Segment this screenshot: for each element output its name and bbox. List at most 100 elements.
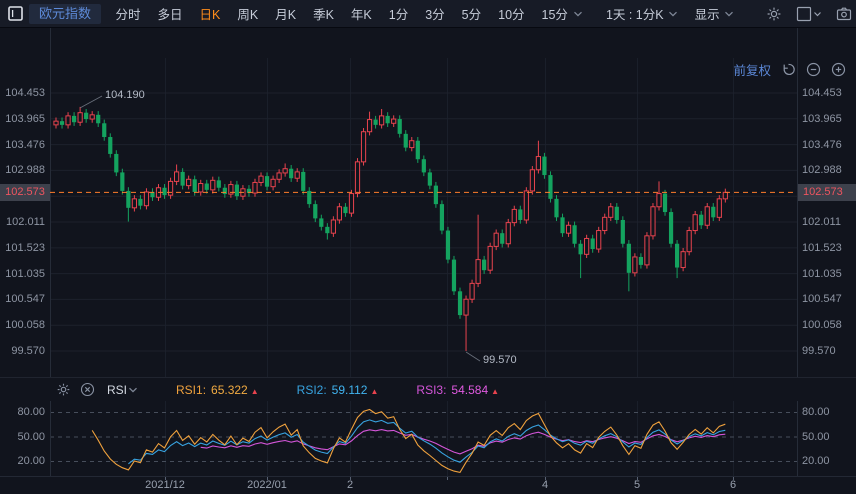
price-axis-label: 102.011 — [0, 215, 45, 229]
settings-gear-icon[interactable] — [766, 6, 782, 22]
trading-app: 欧元指数 分时 多日 日K 周K 月K 季K 年K 1分 3分 5分 10分 1… — [0, 0, 856, 494]
price-axis-label: 103.965 — [0, 112, 45, 126]
indicator-chevron-icon[interactable] — [128, 386, 138, 394]
rsi-axis-label: 20.00 — [0, 455, 45, 468]
candle — [446, 227, 450, 263]
date-label: 4 — [542, 479, 548, 491]
candle — [572, 222, 576, 248]
rsi1-line — [92, 410, 725, 473]
candle — [476, 215, 480, 287]
candle — [560, 214, 564, 237]
candle — [705, 203, 709, 229]
rsi3-value: 54.584 — [451, 383, 488, 397]
rsi3-label: RSI3: — [416, 383, 446, 397]
candle — [373, 116, 377, 129]
period-multi-day[interactable]: 多日 — [149, 4, 191, 23]
rsi-axis-label: 50.00 — [802, 431, 830, 444]
indicator-settings-gear-icon[interactable] — [56, 382, 71, 397]
candlestick-chart[interactable] — [0, 28, 856, 377]
price-axis-label: 100.547 — [802, 292, 842, 306]
candle — [271, 176, 275, 191]
price-axis-label: 102.011 — [802, 215, 841, 229]
period-daily-k[interactable]: 日K — [191, 4, 229, 23]
chevron-down-icon — [668, 10, 678, 18]
zoom-in-icon[interactable] — [831, 62, 846, 77]
display-menu[interactable]: 显示 — [686, 4, 742, 23]
period-more-chevron-icon[interactable] — [573, 10, 583, 18]
candle — [530, 166, 534, 195]
candle — [253, 179, 257, 197]
current-price-label-right: 102.573 — [798, 184, 856, 201]
candle — [585, 235, 589, 258]
candle — [144, 188, 148, 209]
candle — [72, 112, 76, 126]
price-axis-label: 102.988 — [802, 163, 842, 177]
date-label: 2022/01 — [247, 479, 287, 491]
price-axis-label: 104.453 — [802, 86, 842, 100]
high-annotation: 104.190 — [105, 89, 145, 101]
period-monthly-k[interactable]: 月K — [267, 4, 305, 23]
price-axis-label: 104.453 — [0, 86, 45, 100]
candle — [392, 115, 396, 127]
candle — [488, 243, 492, 274]
candles-layer — [54, 107, 728, 351]
candle — [410, 137, 414, 151]
candle — [699, 211, 703, 229]
period-5min[interactable]: 5分 — [453, 4, 489, 23]
chevron-down-icon — [724, 10, 734, 18]
rsi-header: RSI RSI1: 65.322 ▲ RSI2: 59.112 ▲ RSI3: … — [0, 377, 856, 401]
period-15min[interactable]: 15分 — [533, 4, 576, 23]
candle — [404, 130, 408, 151]
period-yearly-k[interactable]: 年K — [342, 4, 380, 23]
rsi2-value: 59.112 — [332, 383, 368, 397]
display-menu-label: 显示 — [695, 4, 720, 23]
candle — [247, 185, 251, 197]
price-axis-label: 101.035 — [802, 267, 842, 281]
date-label: 2 — [347, 479, 353, 491]
indicator-name[interactable]: RSI — [107, 383, 127, 397]
period-3min[interactable]: 3分 — [417, 4, 453, 23]
candle — [591, 235, 595, 253]
candle — [132, 195, 136, 211]
low-annotation: 99.570 — [483, 354, 517, 366]
interval-combo[interactable]: 1天 : 1分K — [597, 4, 686, 23]
period-1min[interactable]: 1分 — [380, 4, 416, 23]
rsi-chart[interactable] — [0, 401, 856, 477]
up-triangle-icon: ▲ — [251, 387, 259, 396]
screenshot-camera-icon[interactable] — [836, 6, 852, 22]
candle — [452, 256, 456, 295]
candle — [265, 172, 269, 190]
rsi-axis-label: 80.00 — [0, 406, 45, 419]
candle — [518, 206, 522, 224]
instrument-tab[interactable]: 欧元指数 — [29, 4, 101, 24]
period-minute-chart[interactable]: 分时 — [107, 4, 149, 23]
candle — [416, 137, 420, 163]
window-icon[interactable] — [8, 6, 23, 22]
indicator-close-icon[interactable] — [80, 382, 95, 397]
candle — [96, 111, 100, 127]
candle — [512, 206, 516, 227]
candle — [380, 109, 384, 129]
candle — [627, 240, 631, 291]
price-axis-label: 103.476 — [802, 138, 842, 152]
price-axis-label: 101.035 — [0, 267, 45, 281]
period-10min[interactable]: 10分 — [490, 4, 533, 23]
candle — [711, 203, 715, 221]
candle — [84, 109, 88, 123]
chart-layout-select[interactable] — [796, 6, 822, 22]
reset-view-icon[interactable] — [781, 62, 796, 77]
candle — [114, 150, 118, 176]
candle — [343, 203, 347, 217]
zoom-out-icon[interactable] — [806, 62, 821, 77]
adjust-mode-label[interactable]: 前复权 — [733, 60, 771, 79]
candle — [482, 256, 486, 274]
date-label: 6 — [730, 479, 736, 491]
period-quarterly-k[interactable]: 季K — [305, 4, 343, 23]
candle — [199, 180, 203, 196]
candle — [663, 190, 667, 216]
interval-combo-label: 1天 : 1分K — [606, 4, 664, 23]
date-label: 5 — [634, 479, 640, 491]
candle — [205, 180, 209, 194]
period-weekly-k[interactable]: 周K — [229, 4, 267, 23]
candle — [440, 200, 444, 234]
